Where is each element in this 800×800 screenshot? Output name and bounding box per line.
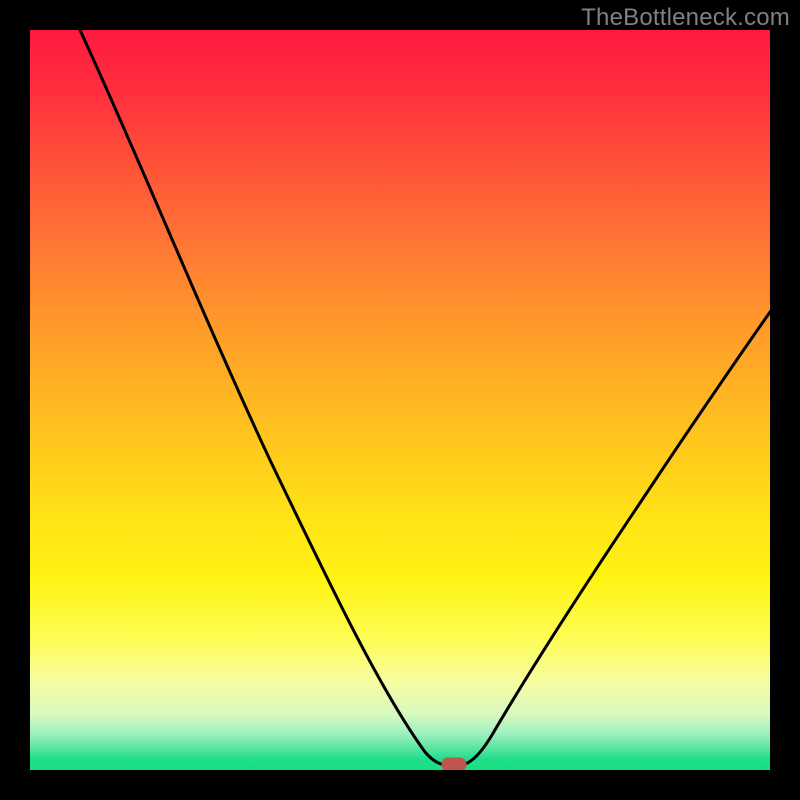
chart-frame: TheBottleneck.com (0, 0, 800, 800)
bottleneck-curve (30, 30, 770, 770)
minimum-marker (442, 758, 466, 770)
curve-left-branch (80, 30, 455, 766)
watermark-text: TheBottleneck.com (581, 4, 790, 32)
plot-area (30, 30, 770, 770)
curve-right-branch (455, 312, 770, 766)
